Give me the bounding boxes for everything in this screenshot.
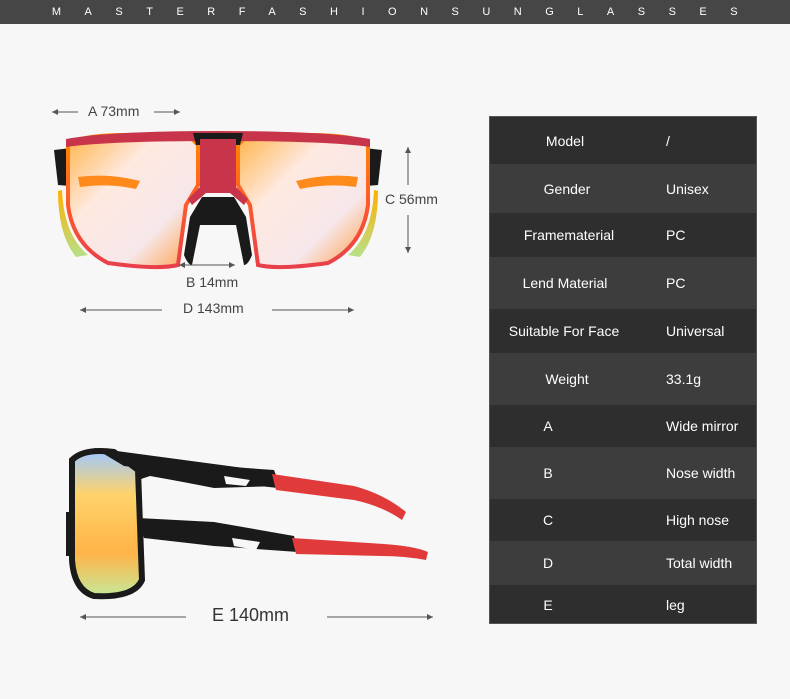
spec-key: Weight — [545, 371, 589, 387]
arrow-a-left — [52, 109, 78, 115]
dimension-d-label: D 143mm — [183, 300, 244, 316]
spec-value: 33.1g — [666, 371, 702, 387]
spec-value: / — [666, 132, 670, 149]
arrow-a-right — [154, 109, 180, 115]
spec-key: A — [543, 418, 553, 434]
spec-row-weight: Weight 33.1g — [490, 353, 756, 405]
spec-row-model: Model / — [490, 117, 756, 164]
spec-value: leg — [666, 597, 685, 613]
spec-value: High nose — [666, 512, 730, 528]
spec-row-b: B Nose width — [490, 447, 756, 499]
spec-key: Suitable For Face — [508, 323, 620, 339]
spec-value: Total width — [666, 555, 733, 571]
spec-row-lend-material: Lend Material PC — [490, 257, 756, 309]
spec-key: Gender — [543, 180, 591, 197]
dimension-b-label: B 14mm — [186, 274, 239, 290]
arrow-e-left — [80, 614, 186, 620]
spec-value: PC — [666, 227, 686, 243]
top-banner: MASTERFASHIONSUNGLASSES — [0, 0, 790, 24]
dimension-e-label: E 140mm — [212, 605, 290, 625]
spec-key: E — [543, 597, 553, 613]
spec-key: D — [542, 555, 554, 571]
spec-row-suitable-for-face: Suitable For Face Universal — [490, 309, 756, 353]
spec-table: Model / Gender Unisex Framematerial PC L… — [489, 116, 757, 624]
banner-text: MASTERFASHIONSUNGLASSES — [51, 6, 762, 18]
spec-row-d: D Total width — [490, 541, 756, 585]
spec-key: Framematerial — [523, 227, 615, 243]
spec-key: Lend Material — [522, 275, 608, 291]
spec-key: B — [543, 465, 553, 481]
glasses-side-view — [66, 448, 428, 600]
arrow-b — [179, 262, 235, 268]
spec-key: Model — [545, 132, 585, 149]
spec-row-c: C High nose — [490, 499, 756, 541]
arrow-e-right — [327, 614, 433, 620]
spec-row-gender: Gender Unisex — [490, 164, 756, 213]
arrow-d-right — [272, 307, 354, 313]
spec-value: Wide mirror — [666, 418, 739, 434]
dimension-a-label: A 73mm — [88, 103, 140, 119]
spec-row-e: E leg — [490, 585, 756, 623]
spec-value: Unisex — [666, 180, 709, 197]
arrow-d-left — [80, 307, 162, 313]
spec-value: Nose width — [666, 465, 736, 481]
arrow-c-vertical — [405, 147, 411, 253]
spec-value: Universal — [666, 323, 725, 339]
spec-value: PC — [666, 275, 686, 291]
spec-row-a: A Wide mirror — [490, 405, 756, 447]
spec-key: C — [542, 512, 554, 528]
spec-row-framematerial: Framematerial PC — [490, 213, 756, 257]
